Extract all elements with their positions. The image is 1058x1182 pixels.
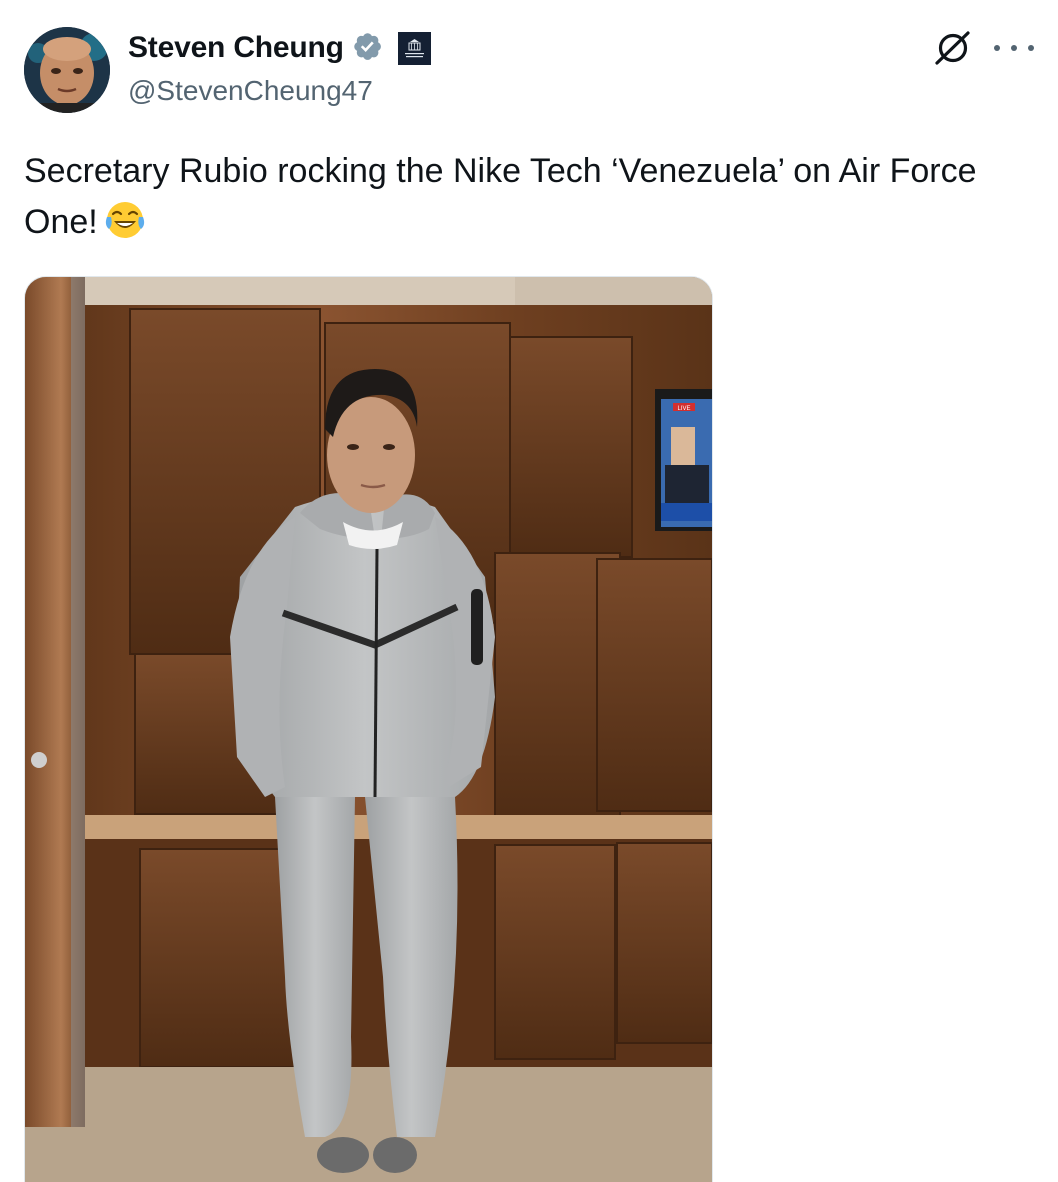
white-house-badge-icon[interactable] <box>397 31 431 65</box>
more-dot-icon <box>994 45 1000 51</box>
more-options-icon[interactable] <box>994 34 1034 62</box>
verified-badge-icon[interactable] <box>352 31 386 65</box>
author-avatar[interactable] <box>24 27 110 113</box>
tweet-card[interactable]: Steven Cheung @StevenCheung47 Secretary … <box>0 0 1058 1182</box>
more-dot-icon <box>1011 45 1017 51</box>
tweet-text-content: Secretary Rubio rocking the Nike Tech ‘V… <box>24 152 977 241</box>
tv-live-badge: LIVE <box>677 406 690 412</box>
author-name-row: Steven Cheung <box>128 29 431 67</box>
face-with-tears-of-joy-icon <box>104 199 146 241</box>
tweet-text: Secretary Rubio rocking the Nike Tech ‘V… <box>24 146 984 248</box>
author-handle[interactable]: @StevenCheung47 <box>128 73 373 109</box>
more-dot-icon <box>1028 45 1034 51</box>
grok-icon[interactable] <box>932 28 972 68</box>
author-display-name[interactable]: Steven Cheung <box>128 29 344 67</box>
tweet-photo[interactable]: LIVE <box>24 276 713 1182</box>
